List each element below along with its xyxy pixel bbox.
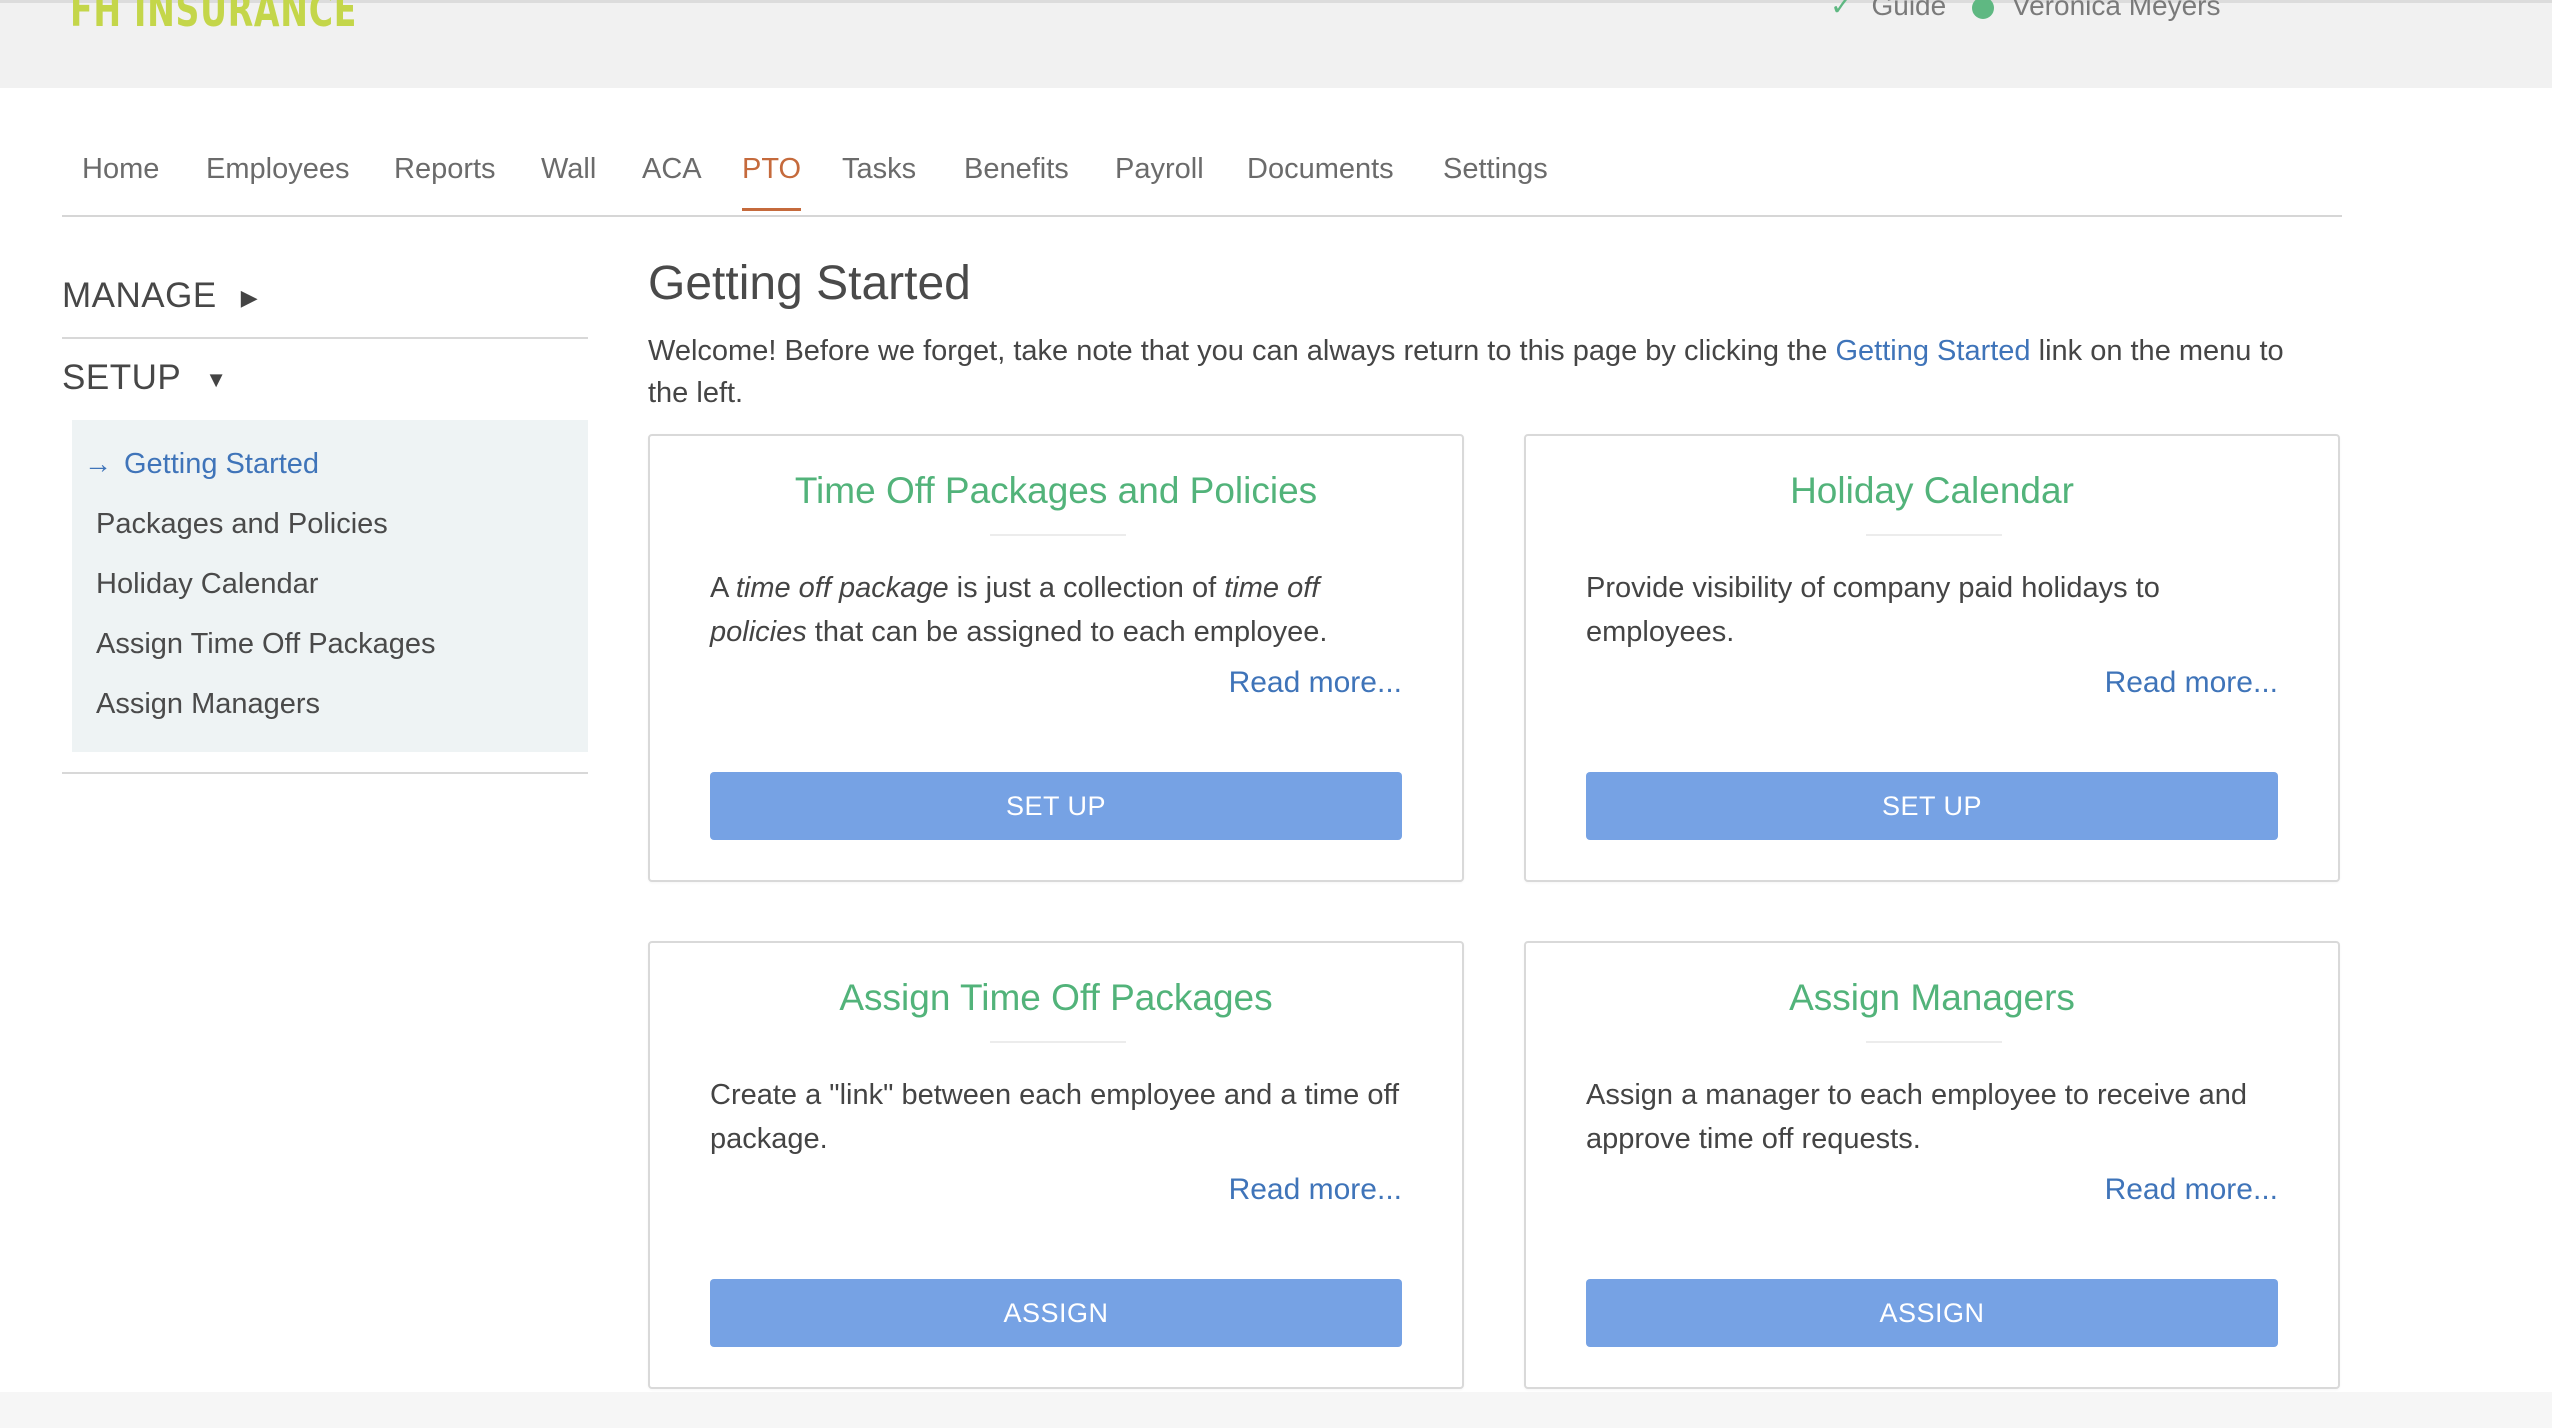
nav-home[interactable]: Home bbox=[82, 153, 159, 208]
card-title: Time Off Packages and Policies bbox=[794, 470, 1318, 511]
welcome-text-start: Welcome! Before we forget, take note tha… bbox=[648, 335, 1836, 367]
card-divider bbox=[990, 1041, 1126, 1043]
caret-right-icon: ▶ bbox=[240, 284, 259, 310]
desc-text: is just a collection of bbox=[948, 572, 1225, 604]
card-description: Assign a manager to each employee to rec… bbox=[1586, 1079, 2247, 1155]
card-title: Holiday Calendar bbox=[1790, 470, 2074, 511]
setup-label: SETUP bbox=[62, 358, 182, 397]
card-title: Assign Managers bbox=[1789, 977, 2075, 1018]
bottom-strip bbox=[0, 1392, 2552, 1428]
caret-down-icon: ▼ bbox=[205, 366, 228, 392]
card-assign-packages: Assign Time Off Packages Create a "link"… bbox=[648, 941, 1464, 1389]
sidebar-item-assign-packages[interactable]: Assign Time Off Packages bbox=[96, 628, 436, 661]
assign-button[interactable]: ASSIGN bbox=[710, 1279, 1402, 1347]
nav-tasks[interactable]: Tasks bbox=[842, 153, 916, 208]
card-description: Provide visibility of company paid holid… bbox=[1586, 572, 2160, 648]
setup-button[interactable]: SET UP bbox=[710, 772, 1402, 840]
nav-benefits[interactable]: Benefits bbox=[964, 153, 1069, 208]
top-right-menu: ✓ Guide Veronica Meyers bbox=[1830, 0, 2239, 22]
sidebar-item-label: Getting Started bbox=[124, 448, 320, 480]
card-divider bbox=[1866, 534, 2002, 536]
desc-text: that can be assigned to each employee. bbox=[806, 616, 1328, 648]
sidebar-item-getting-started[interactable]: → Getting Started bbox=[84, 448, 319, 481]
nav-settings[interactable]: Settings bbox=[1443, 153, 1548, 208]
nav-employees[interactable]: Employees bbox=[206, 153, 349, 208]
getting-started-link[interactable]: Getting Started bbox=[1836, 335, 2031, 367]
arrow-right-icon: → bbox=[84, 448, 112, 479]
card-divider bbox=[1866, 1041, 2002, 1043]
read-more-link[interactable]: Read more... bbox=[1229, 1173, 1402, 1207]
nav-wall[interactable]: Wall bbox=[541, 153, 596, 208]
card-description: A time off package is just a collection … bbox=[710, 566, 1402, 654]
setup-submenu: → Getting Started Packages and Policies H… bbox=[72, 420, 588, 752]
card-divider bbox=[990, 534, 1126, 536]
user-avatar[interactable] bbox=[1971, 0, 1994, 19]
check-icon: ✓ bbox=[1830, 0, 1854, 21]
sidebar-item-assign-managers[interactable]: Assign Managers bbox=[96, 688, 320, 721]
welcome-text: Welcome! Before we forget, take note tha… bbox=[648, 330, 2328, 414]
sidebar-manage-toggle[interactable]: MANAGE ▶ bbox=[62, 276, 588, 316]
sidebar-item-packages[interactable]: Packages and Policies bbox=[96, 508, 388, 541]
manage-label: MANAGE bbox=[62, 276, 217, 315]
read-more-link[interactable]: Read more... bbox=[1229, 666, 1402, 700]
nav-aca[interactable]: ACA bbox=[642, 153, 702, 208]
setup-button[interactable]: SET UP bbox=[1586, 772, 2278, 840]
read-more-link[interactable]: Read more... bbox=[2105, 1173, 2278, 1207]
assign-button[interactable]: ASSIGN bbox=[1586, 1279, 2278, 1347]
nav-reports[interactable]: Reports bbox=[394, 153, 496, 208]
main-nav: Home Employees Reports Wall ACA PTO Task… bbox=[62, 135, 2342, 217]
nav-payroll[interactable]: Payroll bbox=[1115, 153, 1204, 208]
card-assign-managers: Assign Managers Assign a manager to each… bbox=[1524, 941, 2340, 1389]
card-title: Assign Time Off Packages bbox=[839, 977, 1273, 1018]
card-time-off-packages: Time Off Packages and Policies A time of… bbox=[648, 434, 1464, 882]
nav-pto[interactable]: PTO bbox=[742, 153, 802, 211]
company-logo[interactable]: FH INSURANCE bbox=[70, 0, 357, 37]
desc-text: A bbox=[710, 572, 736, 604]
guide-link[interactable]: Guide bbox=[1871, 0, 1946, 21]
sidebar-divider bbox=[62, 772, 588, 774]
sidebar-item-holiday-calendar[interactable]: Holiday Calendar bbox=[96, 568, 318, 601]
sidebar-setup-toggle[interactable]: SETUP ▼ bbox=[62, 358, 588, 398]
page-title: Getting Started bbox=[648, 257, 971, 310]
top-bar: FH INSURANCE ✓ Guide Veronica Meyers bbox=[0, 0, 2552, 88]
sidebar-divider bbox=[62, 337, 588, 339]
user-name[interactable]: Veronica Meyers bbox=[2012, 0, 2221, 21]
card-description: Create a "link" between each employee an… bbox=[710, 1079, 1400, 1155]
read-more-link[interactable]: Read more... bbox=[2105, 666, 2278, 700]
desc-emphasis: time off package bbox=[735, 572, 949, 604]
card-holiday-calendar: Holiday Calendar Provide visibility of c… bbox=[1524, 434, 2340, 882]
nav-documents[interactable]: Documents bbox=[1247, 153, 1394, 208]
